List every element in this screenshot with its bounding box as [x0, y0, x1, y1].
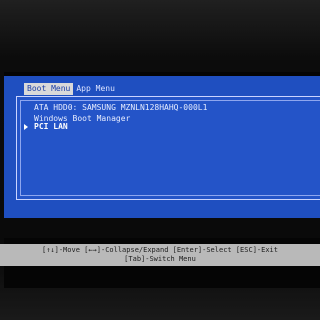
screen-lower-area — [4, 218, 320, 238]
boot-entry-hdd[interactable]: ATA HDD0: SAMSUNG MZNLN128HAHQ-000L1 — [34, 103, 207, 113]
tab-app-menu[interactable]: App Menu — [73, 83, 118, 95]
tab-boot-menu[interactable]: Boot Menu — [24, 83, 74, 95]
help-switch-menu-line: [Tab]-Switch Menu — [124, 255, 196, 263]
menu-tabs: Boot Menu App Menu — [24, 83, 118, 95]
triangle-right-icon — [24, 124, 28, 130]
boot-entry-pci-lan[interactable]: PCI LAN — [34, 122, 68, 132]
help-keys-line: [↑↓]-Move [←→]-Collapse/Expand [Enter]-S… — [41, 246, 278, 254]
help-bar: [↑↓]-Move [←→]-Collapse/Expand [Enter]-S… — [0, 244, 320, 266]
